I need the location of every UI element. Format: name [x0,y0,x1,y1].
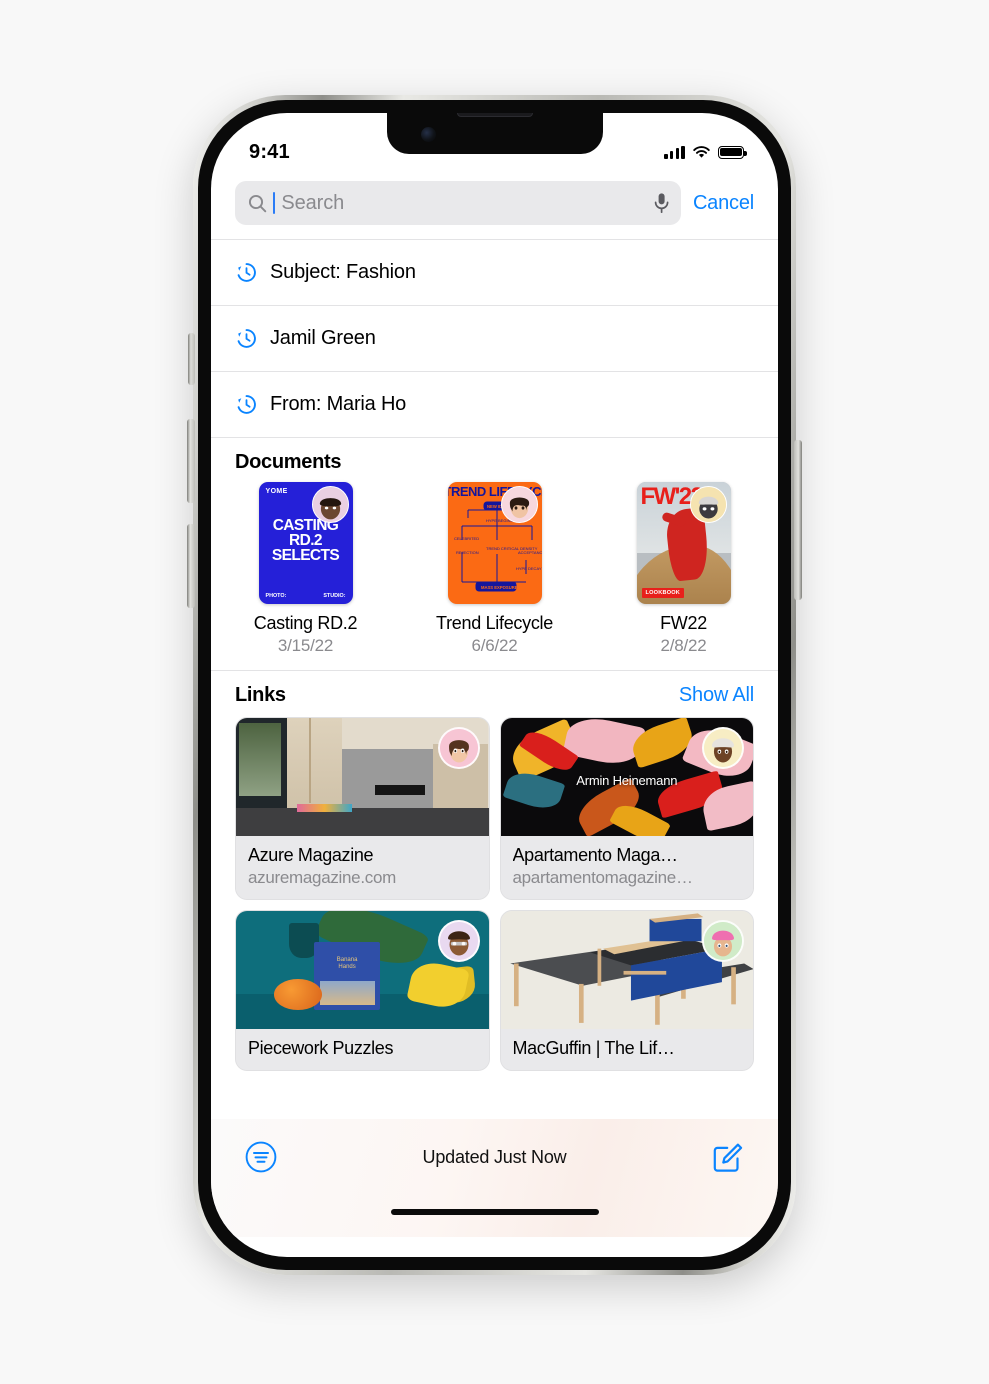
search-results-list[interactable]: Subject: Fashion Jamil Green From: Maria… [211,239,778,1119]
suggestion-label: Subject: Fashion [270,261,416,283]
volume-up-button[interactable] [187,419,195,503]
link-card-piecework-puzzles[interactable]: Banana Hands Piecework Puzzles [235,910,490,1071]
bottom-toolbar: Updated Just Now [211,1119,778,1237]
memoji-avatar [702,920,744,962]
puzzle-box-title: Banana Hands [336,956,358,970]
documents-section-header: Documents [211,437,778,480]
memoji-avatar [311,486,349,523]
link-meta: Azure Magazine azuremagazine.com [236,836,489,899]
link-thumbnail [500,911,753,1029]
cover-foot-left: PHOTO: [265,593,287,599]
link-thumbnail [236,718,489,836]
link-url: azuremagazine.com [248,868,396,887]
earpiece-speaker [456,113,533,117]
search-bar: Search Cancel [211,175,778,239]
svg-text:CELEBRITED: CELEBRITED [454,536,479,541]
cover-title: CASTING RD.2 SELECTS [271,517,340,564]
link-meta: Apartamento Maga… apartamentomagazine… [500,836,753,899]
recent-clock-icon [237,395,256,414]
svg-text:REJECTION: REJECTION [456,550,479,555]
link-thumbnail: Armin Heinemann [500,718,753,836]
status-time: 9:41 [249,140,290,163]
document-thumbnail-trend-lifecycle[interactable]: TREND LIFECYCLE [447,482,542,604]
svg-text:MASS EXPOSURE: MASS EXPOSURE [481,585,518,590]
suggestion-label: From: Maria Ho [270,393,407,415]
link-title: Piecework Puzzles [248,1038,394,1058]
link-thumbnail-caption: Armin Heinemann [576,773,678,789]
document-item[interactable]: TREND LIFECYCLE [400,482,589,656]
links-grid: Azure Magazine azuremagazine.com Armin H… [211,713,778,1071]
documents-title: Documents [235,451,342,473]
link-title: Azure Magazine [248,845,374,865]
wifi-icon [693,146,710,158]
document-date: 2/8/22 [660,636,707,655]
cancel-button[interactable]: Cancel [693,192,754,215]
recent-clock-icon [237,329,256,348]
document-name: Trend Lifecycle [436,613,553,633]
search-placeholder: Search [281,191,345,214]
suggestion-row-jamil-green[interactable]: Jamil Green [211,305,778,371]
display-notch [386,113,603,154]
memoji-avatar [437,920,480,962]
show-all-links-button[interactable]: Show All [679,684,754,707]
battery-full-icon [718,145,747,159]
link-title: Apartamento Maga… [512,845,678,865]
document-item[interactable]: FW'22 LOOKBOOK FW22 2/8/22 [589,482,778,656]
document-thumbnail-fw22[interactable]: FW'22 LOOKBOOK [636,482,731,604]
magnifier-icon [248,194,267,212]
power-button[interactable] [794,440,802,600]
mute-switch-button[interactable] [188,333,195,385]
memoji-avatar [500,486,538,523]
suggestion-row-subject-fashion[interactable]: Subject: Fashion [211,239,778,305]
link-url: apartamentomagazine… [512,868,693,887]
phone-screen: 9:41 Search Cancel Subject: Fashion Jami… [211,113,778,1257]
link-title: MacGuffin | The Lif… [512,1038,675,1058]
volume-down-button[interactable] [187,524,195,608]
memoji-avatar [689,486,727,523]
microphone-icon[interactable] [653,192,670,214]
link-card-macguffin[interactable]: MacGuffin | The Lif… [499,910,754,1071]
text-cursor [273,192,276,214]
suggestion-row-from-maria-ho[interactable]: From: Maria Ho [211,371,778,437]
home-indicator[interactable] [390,1209,599,1215]
svg-text:ACCEPTANCE: ACCEPTANCE [518,550,542,555]
cover-foot-right: STUDIO: [323,593,346,599]
cover-brand: YOME [265,488,288,495]
link-thumbnail: Banana Hands [236,911,489,1029]
link-meta: Piecework Puzzles [236,1029,489,1070]
document-item[interactable]: YOME CASTING RD.2 SELECTS PHOTO: STUDIO: [211,482,400,656]
status-indicators [664,145,747,159]
links-section-header: Links Show All [211,670,778,713]
toolbar-status-text: Updated Just Now [422,1147,567,1167]
suggestion-label: Jamil Green [270,327,376,349]
link-card-azure-magazine[interactable]: Azure Magazine azuremagazine.com [235,717,490,900]
cellular-bars-icon [664,145,685,159]
memoji-avatar [437,727,480,769]
cover-badge: LOOKBOOK [641,588,685,598]
front-camera-icon [420,127,436,142]
recent-clock-icon [237,263,256,282]
search-input[interactable]: Search [235,181,681,225]
links-title: Links [235,684,286,706]
document-date: 3/15/22 [277,636,334,655]
memoji-avatar [702,727,744,769]
document-name: Casting RD.2 [253,613,358,633]
link-meta: MacGuffin | The Lif… [500,1029,753,1070]
cover-footer: PHOTO: STUDIO: [266,593,346,599]
svg-text:HYPE DECAY: HYPE DECAY [516,566,542,571]
document-name: FW22 [660,613,707,633]
document-date: 6/6/22 [471,636,518,655]
documents-strip[interactable]: YOME CASTING RD.2 SELECTS PHOTO: STUDIO: [211,480,778,670]
document-thumbnail-casting[interactable]: YOME CASTING RD.2 SELECTS PHOTO: STUDIO: [258,482,353,604]
link-card-apartamento-magazine[interactable]: Armin Heinemann Apartamento Maga… aparta… [499,717,754,900]
